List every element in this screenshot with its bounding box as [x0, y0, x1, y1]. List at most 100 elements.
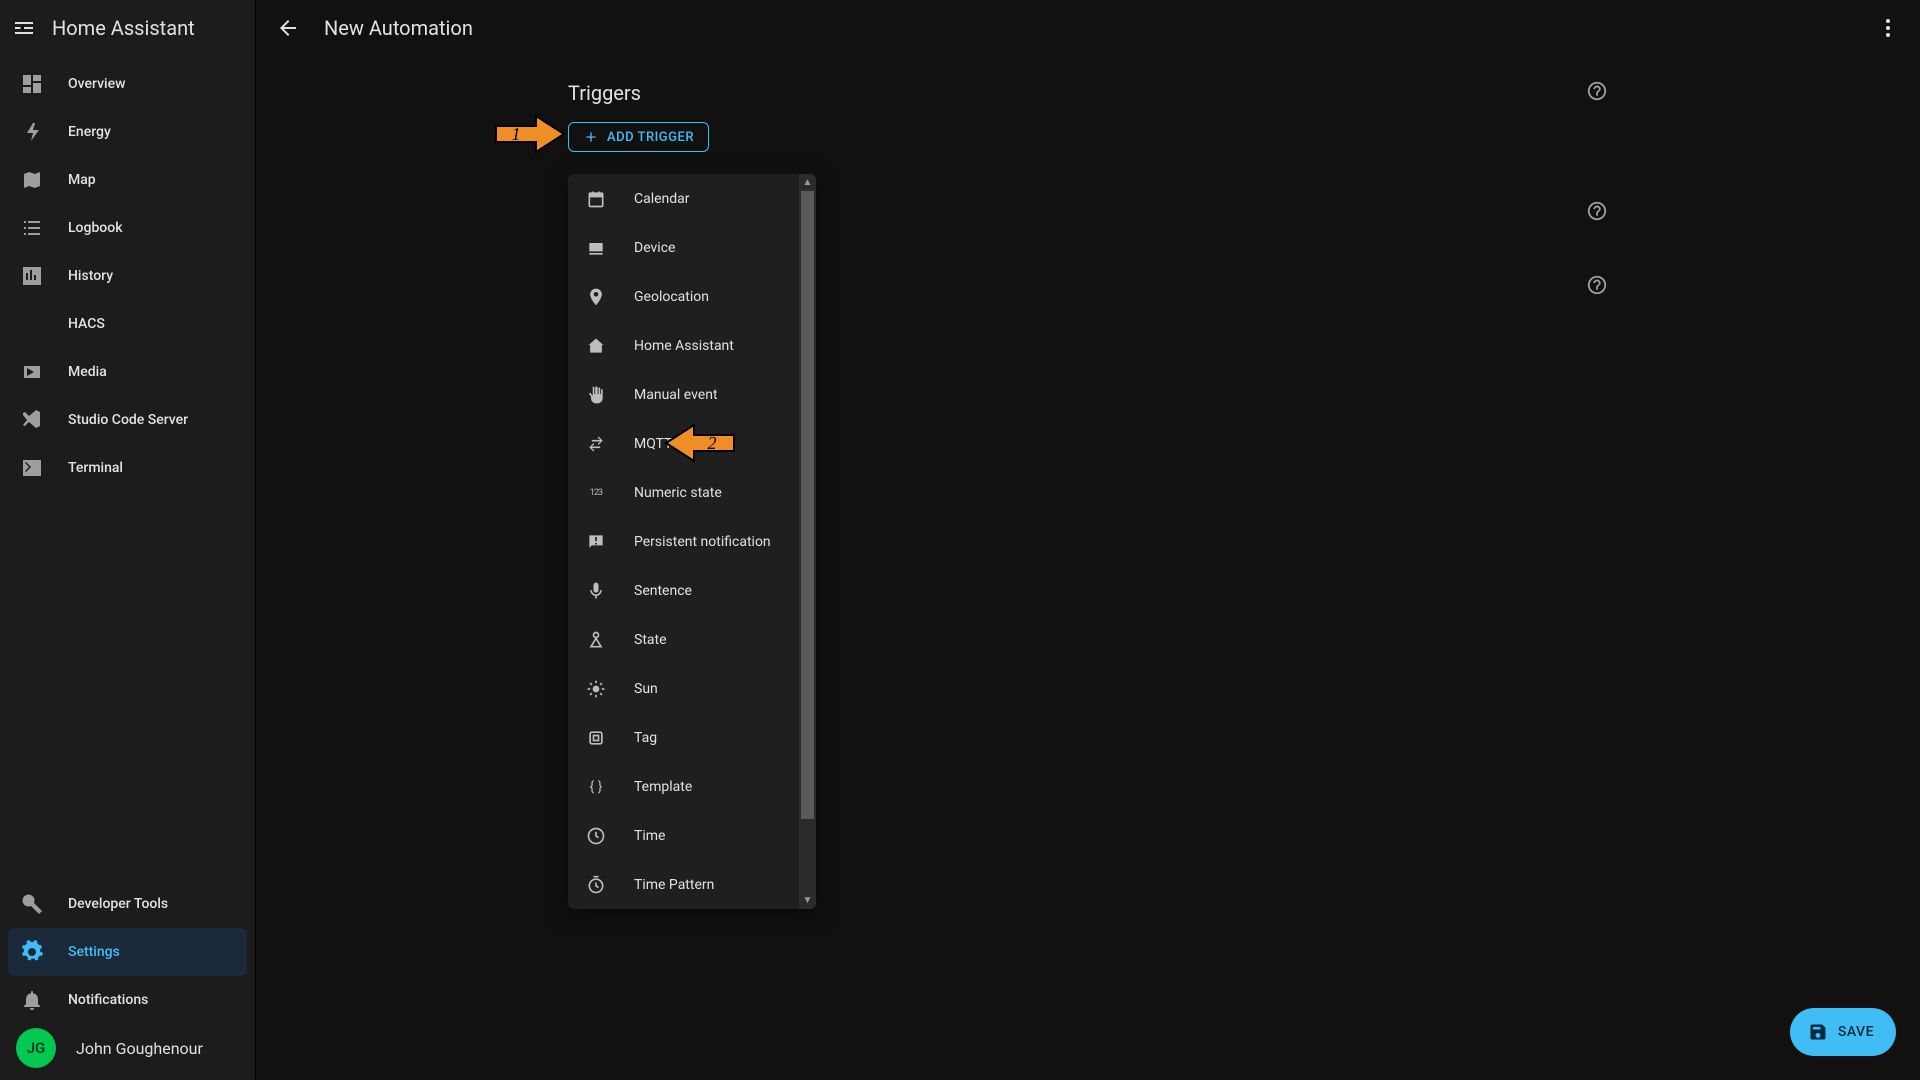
plus-icon	[583, 129, 599, 145]
trigger-option-state[interactable]: State	[568, 615, 816, 664]
menu-item-label: Device	[634, 240, 675, 256]
sidebar-item-label: Notifications	[68, 992, 148, 1008]
trigger-option-time[interactable]: Time	[568, 811, 816, 860]
sidebar-item-label: Map	[68, 172, 96, 188]
sidebar-item-energy[interactable]: Energy	[8, 108, 247, 156]
sidebar-bottom: Developer Tools Settings Notifications J…	[0, 876, 255, 1080]
sidebar-item-studio-code[interactable]: Studio Code Server	[8, 396, 247, 444]
scroll-down-icon[interactable]: ▼	[799, 892, 816, 909]
sidebar-item-label: Logbook	[68, 220, 123, 236]
section-triggers: Triggers Add Trigger 1 /* place	[568, 80, 1608, 152]
sidebar-item-notifications[interactable]: Notifications	[8, 976, 247, 1024]
save-icon	[1808, 1022, 1828, 1042]
content-area: Triggers Add Trigger 1 /* place	[256, 56, 1920, 348]
sidebar-item-label: Studio Code Server	[68, 412, 188, 428]
media-icon	[20, 360, 44, 384]
sidebar-item-label: Media	[68, 364, 107, 380]
app-title: Home Assistant	[52, 16, 195, 40]
state-icon	[586, 630, 606, 650]
trigger-option-sentence[interactable]: Sentence	[568, 566, 816, 615]
help-icon[interactable]	[1586, 80, 1608, 106]
trigger-option-template[interactable]: { } Template	[568, 762, 816, 811]
avatar-initials: JG	[27, 1039, 46, 1057]
annotation-step1-label: 1	[512, 124, 521, 144]
sidebar-item-label: Settings	[68, 944, 120, 960]
save-button[interactable]: SAVE	[1790, 1008, 1896, 1056]
sidebar-item-label: Terminal	[68, 460, 123, 476]
section-header: Triggers	[568, 80, 1608, 106]
sidebar-header: Home Assistant	[0, 0, 255, 56]
chart-icon	[20, 264, 44, 288]
sidebar-item-map[interactable]: Map	[8, 156, 247, 204]
bell-icon	[20, 988, 44, 1012]
trigger-option-numeric-state[interactable]: 123 Numeric state	[568, 468, 816, 517]
hand-icon	[586, 385, 606, 405]
user-name: John Goughenour	[76, 1039, 203, 1058]
menu-item-label: Persistent notification	[634, 534, 771, 550]
sidebar-nav: Overview Energy Map Logbook History HACS	[0, 56, 255, 876]
topbar: New Automation	[256, 0, 1920, 56]
sidebar-item-label: History	[68, 268, 113, 284]
numeric-icon: 123	[586, 483, 606, 503]
scroll-up-icon[interactable]: ▲	[799, 174, 816, 191]
message-alert-icon	[586, 532, 606, 552]
add-trigger-label: Add Trigger	[607, 130, 694, 145]
trigger-option-tag[interactable]: Tag	[568, 713, 816, 762]
sidebar-item-history[interactable]: History	[8, 252, 247, 300]
sidebar-item-label: HACS	[68, 316, 105, 332]
annotation-arrow-step1: 1	[494, 110, 566, 158]
sidebar-item-label: Developer Tools	[68, 896, 168, 912]
help-icon[interactable]	[1586, 200, 1608, 226]
gear-icon	[20, 940, 44, 964]
sidebar-user[interactable]: JG John Goughenour	[8, 1024, 247, 1072]
sidebar-item-settings[interactable]: Settings	[8, 928, 247, 976]
sidebar-item-label: Overview	[68, 76, 125, 92]
section-conditions	[568, 200, 1608, 226]
menu-collapse-icon[interactable]	[12, 16, 36, 40]
menu-item-label: Manual event	[634, 387, 718, 403]
sidebar-item-developer-tools[interactable]: Developer Tools	[8, 880, 247, 928]
trigger-option-manual-event[interactable]: Manual event	[568, 370, 816, 419]
clock-icon	[586, 826, 606, 846]
home-assistant-icon	[586, 336, 606, 356]
menu-item-label: Numeric state	[634, 485, 722, 501]
annotation-arrow-step2: 2	[660, 419, 736, 467]
trigger-option-sun[interactable]: Sun	[568, 664, 816, 713]
hacs-icon	[20, 312, 44, 336]
main-content: New Automation Triggers Add Trigger	[256, 0, 1920, 1080]
section-header	[568, 200, 1608, 226]
menu-item-label: Tag	[634, 730, 657, 746]
swap-icon	[586, 434, 606, 454]
trigger-option-device[interactable]: Device	[568, 223, 816, 272]
menu-item-label: Home Assistant	[634, 338, 734, 354]
add-trigger-button[interactable]: Add Trigger	[568, 122, 709, 152]
trigger-option-time-pattern[interactable]: Time Pattern	[568, 860, 816, 909]
timer-icon	[586, 875, 606, 895]
avatar: JG	[16, 1028, 56, 1068]
sidebar-item-terminal[interactable]: Terminal	[8, 444, 247, 492]
sidebar-item-label: Energy	[68, 124, 111, 140]
overflow-menu-button[interactable]	[1868, 8, 1908, 48]
sidebar-item-hacs[interactable]: HACS	[8, 300, 247, 348]
menu-item-label: Template	[634, 779, 692, 795]
section-header	[568, 274, 1608, 300]
trigger-option-persistent-notification[interactable]: Persistent notification	[568, 517, 816, 566]
menu-item-label: Time	[634, 828, 665, 844]
map-icon	[20, 168, 44, 192]
menu-item-label: Sun	[634, 681, 658, 697]
section-actions	[568, 274, 1608, 300]
sidebar-item-overview[interactable]: Overview	[8, 60, 247, 108]
list-icon	[20, 216, 44, 240]
menu-item-label: State	[634, 632, 667, 648]
sidebar: Home Assistant Overview Energy Map Logbo…	[0, 0, 256, 1080]
sidebar-item-media[interactable]: Media	[8, 348, 247, 396]
wrench-icon	[20, 892, 44, 916]
trigger-option-home-assistant[interactable]: Home Assistant	[568, 321, 816, 370]
device-icon	[586, 238, 606, 258]
trigger-option-mqtt[interactable]: MQTT 2	[568, 419, 816, 468]
braces-icon: { }	[586, 777, 606, 797]
help-icon[interactable]	[1586, 274, 1608, 300]
terminal-icon	[20, 456, 44, 480]
sidebar-item-logbook[interactable]: Logbook	[8, 204, 247, 252]
back-button[interactable]	[268, 8, 308, 48]
